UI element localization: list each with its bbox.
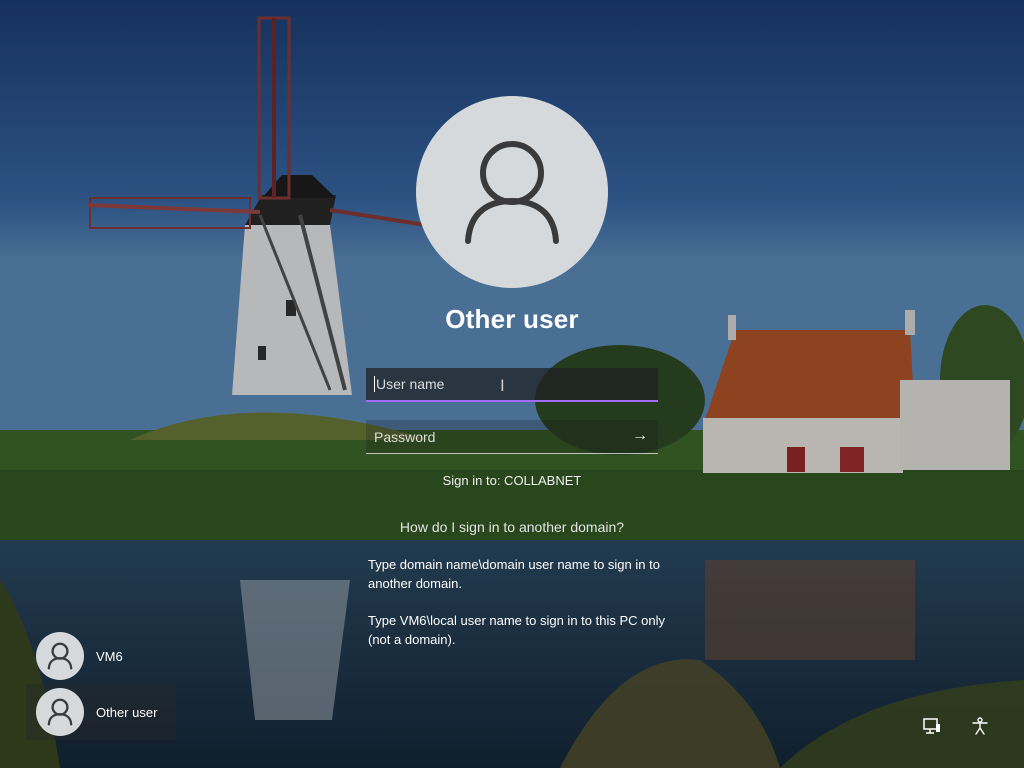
user-avatar-large (416, 96, 608, 288)
user-name: VM6 (96, 648, 123, 664)
network-icon[interactable] (920, 714, 944, 738)
username-field[interactable]: User name I (366, 368, 658, 402)
ibeam-cursor-icon: I (500, 376, 505, 395)
sign-in-domain: Sign in to: COLLABNET (442, 473, 582, 488)
page-title: Other user (445, 304, 579, 334)
avatar (36, 688, 84, 736)
password-field[interactable]: Password → (366, 420, 658, 454)
user-item-vm6[interactable]: VM6 (26, 628, 176, 684)
password-placeholder: Password (374, 428, 436, 445)
submit-arrow-icon[interactable]: → (632, 427, 648, 445)
avatar (36, 632, 84, 680)
user-icon (47, 698, 73, 726)
help-link[interactable]: How do I sign in to another domain? (0, 519, 1024, 535)
help-text-domain: Type domain name\domain user name to sig… (368, 557, 660, 591)
username-placeholder: User name (376, 376, 445, 392)
user-item-other-user[interactable]: Other user (26, 684, 176, 740)
text-caret (374, 376, 375, 392)
user-icon (47, 642, 73, 670)
help-text-local: Type VM6\local user name to sign in to t… (368, 613, 665, 647)
user-icon (465, 141, 559, 244)
user-name: Other user (96, 704, 158, 720)
accessibility-icon[interactable] (968, 714, 992, 738)
